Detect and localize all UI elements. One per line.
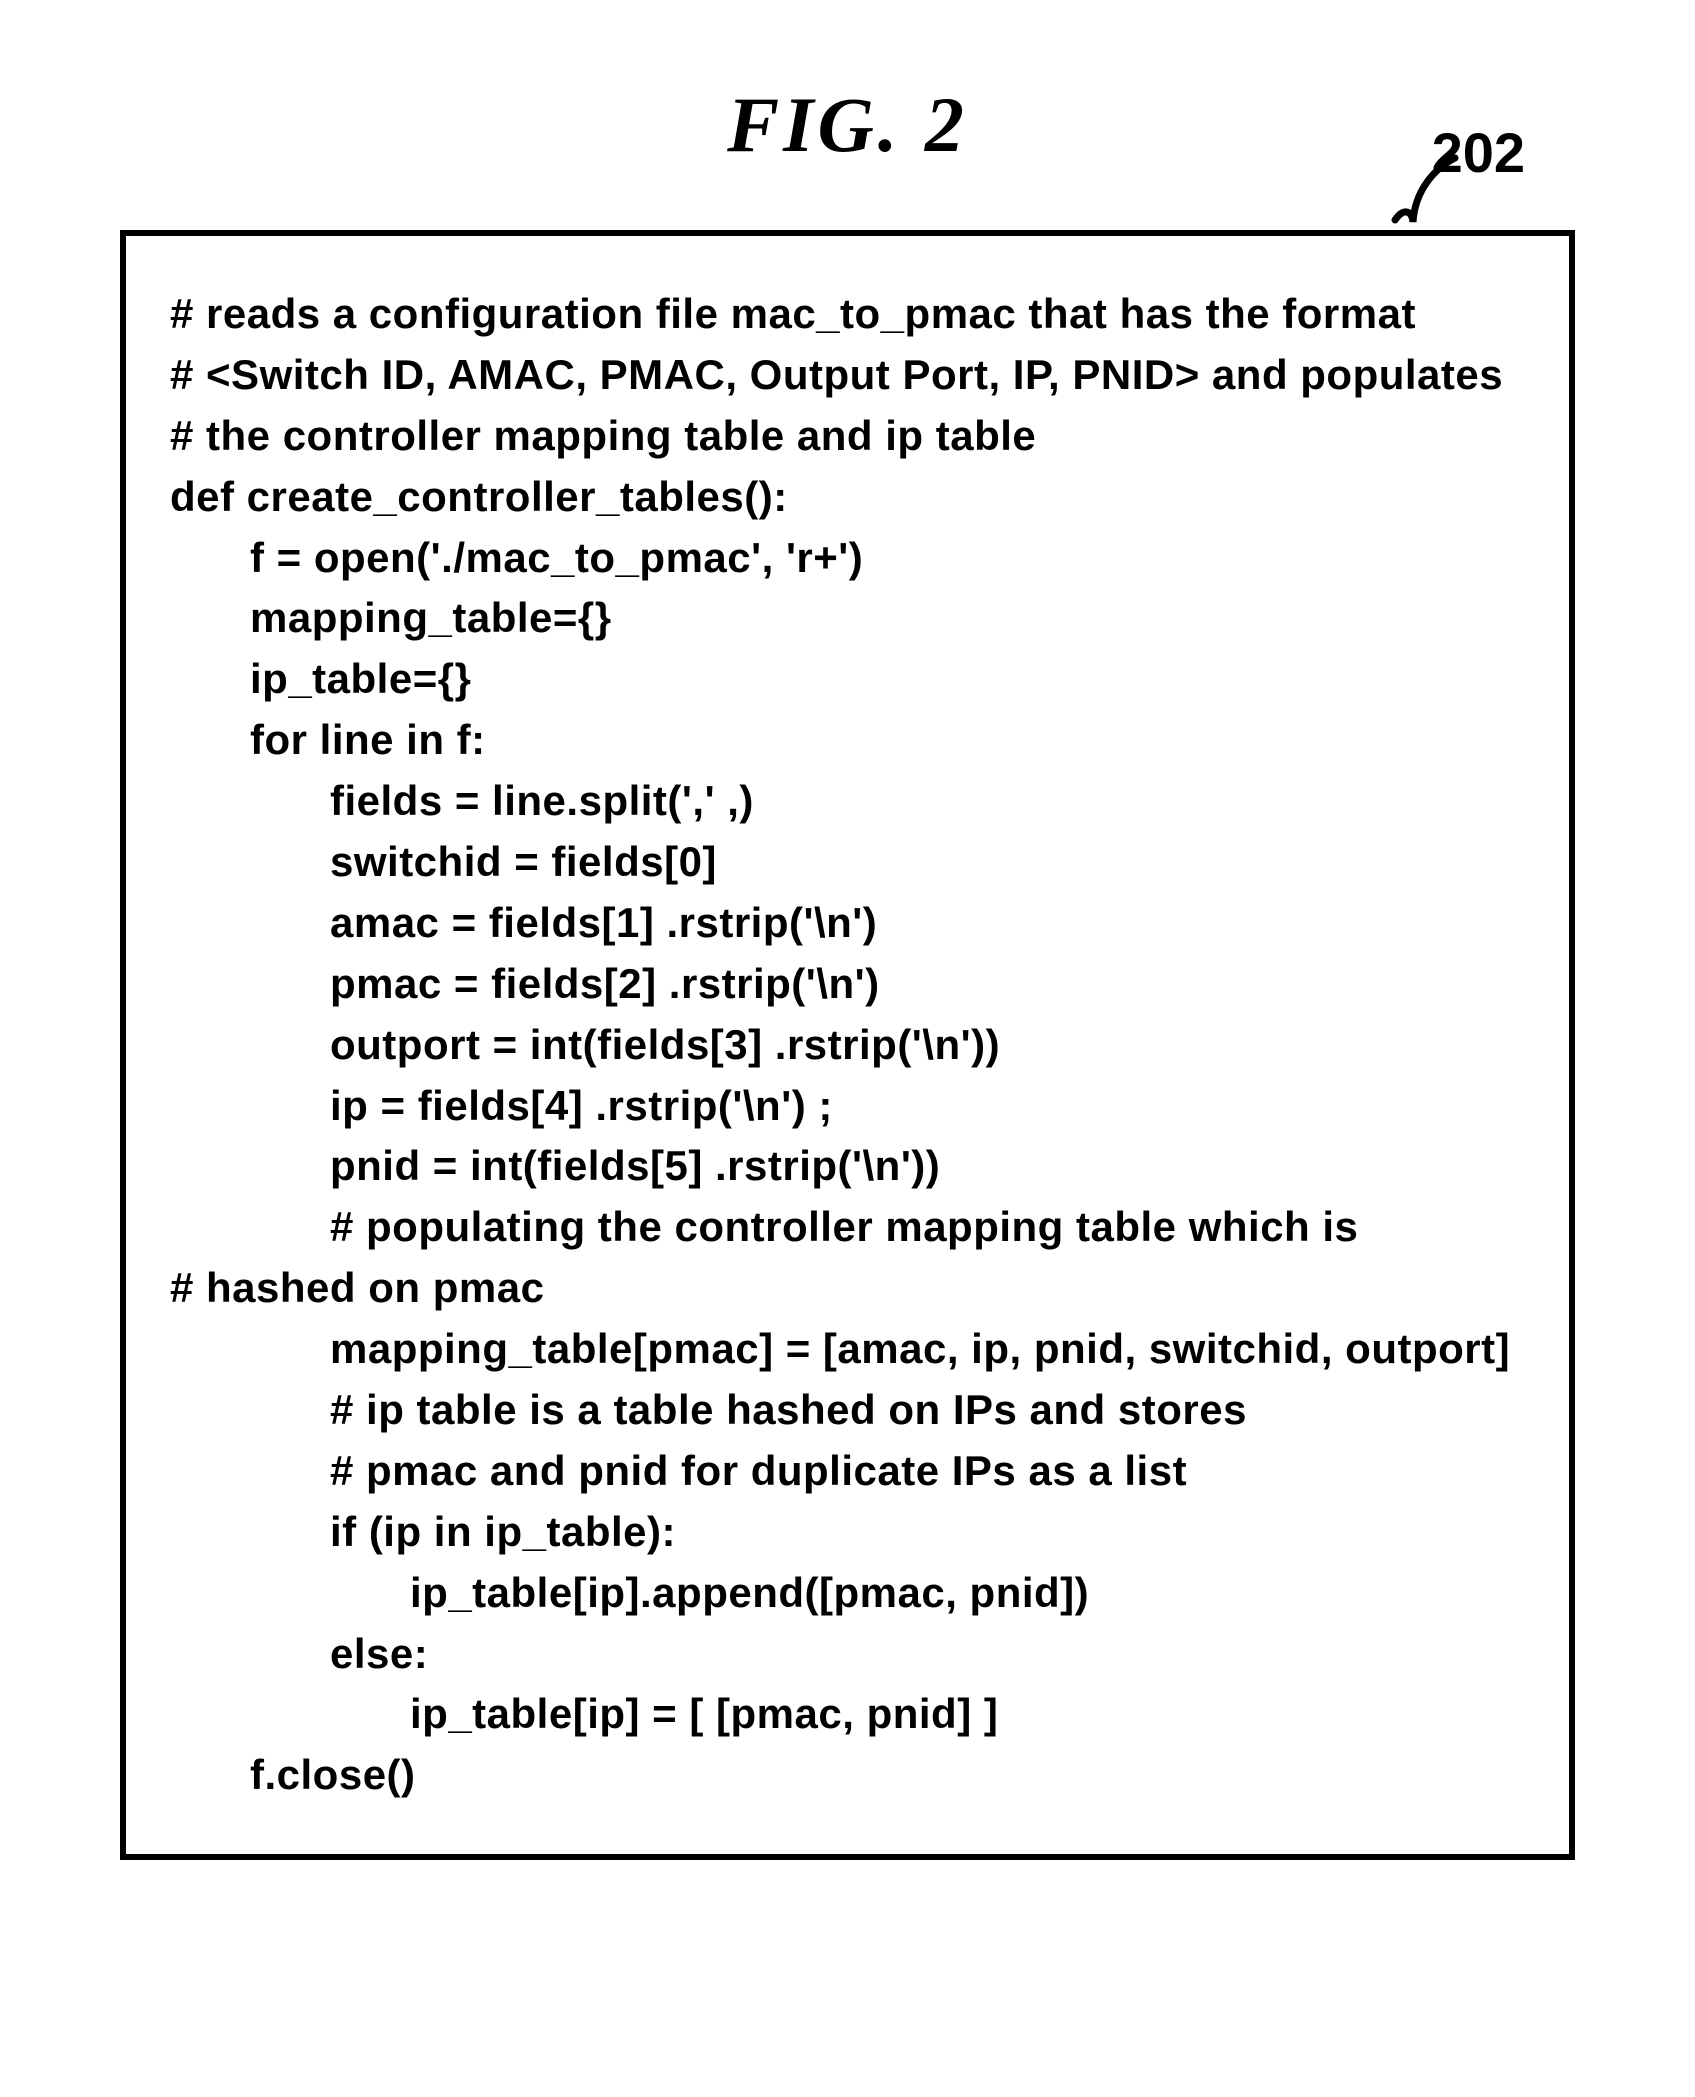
code-line: # pmac and pnid for duplicate IPs as a l… (170, 1441, 1529, 1502)
code-line: ip_table[ip].append([pmac, pnid]) (170, 1563, 1529, 1624)
code-listing-box: # reads a configuration file mac_to_pmac… (120, 230, 1575, 1860)
code-line: ip_table={} (170, 649, 1529, 710)
code-line: # populating the controller mapping tabl… (170, 1197, 1529, 1258)
code-line: outport = int(fields[3] .rstrip('\n')) (170, 1015, 1529, 1076)
code-line: # <Switch ID, AMAC, PMAC, Output Port, I… (170, 345, 1529, 406)
code-line: ip = fields[4] .rstrip('\n') ; (170, 1076, 1529, 1137)
figure-page: FIG. 2 202 # reads a configuration file … (0, 0, 1695, 1980)
code-line: for line in f: (170, 710, 1529, 771)
code-line: # ip table is a table hashed on IPs and … (170, 1380, 1529, 1441)
code-line: f = open('./mac_to_pmac', 'r+') (170, 528, 1529, 589)
code-line: mapping_table[pmac] = [amac, ip, pnid, s… (170, 1319, 1529, 1380)
code-line: pmac = fields[2] .rstrip('\n') (170, 954, 1529, 1015)
code-line: # hashed on pmac (170, 1258, 1529, 1319)
code-line: def create_controller_tables(): (170, 467, 1529, 528)
code-line: f.close() (170, 1745, 1529, 1806)
code-line: ip_table[ip] = [ [pmac, pnid] ] (170, 1684, 1529, 1745)
code-line: # the controller mapping table and ip ta… (170, 406, 1529, 467)
code-line: pnid = int(fields[5] .rstrip('\n')) (170, 1136, 1529, 1197)
reference-callout: 202 (1385, 120, 1525, 220)
code-line: # reads a configuration file mac_to_pmac… (170, 284, 1529, 345)
code-line: if (ip in ip_table): (170, 1502, 1529, 1563)
code-line: mapping_table={} (170, 588, 1529, 649)
code-line: fields = line.split(',' ,) (170, 771, 1529, 832)
figure-title: FIG. 2 (120, 80, 1575, 170)
code-line: switchid = fields[0] (170, 832, 1529, 893)
code-line: else: (170, 1624, 1529, 1685)
reference-number: 202 (1432, 120, 1525, 185)
code-line: amac = fields[1] .rstrip('\n') (170, 893, 1529, 954)
